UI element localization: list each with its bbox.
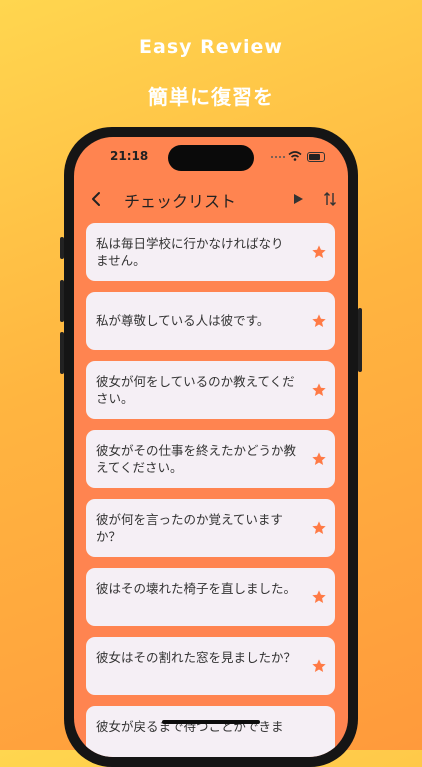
list-item[interactable]: 私が尊敬している人は彼です。 [86, 292, 335, 350]
promo-title-en: Easy Review [139, 36, 283, 58]
dynamic-island [168, 145, 254, 171]
list-item-text: 彼が何を言ったのか覚えていますか？ [96, 512, 283, 544]
sort-arrows-icon[interactable] [322, 190, 338, 208]
list-item[interactable]: 彼はその壊れた椅子を直しました。 [86, 568, 335, 626]
star-icon[interactable] [311, 244, 327, 260]
list-item[interactable]: 彼女はその割れた窓を見ましたか？ [86, 637, 335, 695]
star-icon[interactable] [311, 382, 327, 398]
promo-title-jp: 簡単に復習を [148, 85, 274, 109]
star-icon[interactable] [311, 451, 327, 467]
list-item[interactable]: 彼女が何をしているのか教えてください。 [86, 361, 335, 419]
list-item[interactable]: 私は毎日学校に行かなければなりません。 [86, 223, 335, 281]
star-icon[interactable] [311, 658, 327, 674]
home-indicator[interactable] [162, 720, 260, 724]
play-icon[interactable] [290, 191, 306, 207]
app-screen: 21:18 チェックリスト 私は毎日学校に行かなければなりません。 私が尊敬して… [74, 137, 348, 757]
list-item-text: 彼女がその仕事を終えたかどうか教えてください。 [96, 443, 297, 475]
power-button [358, 308, 362, 372]
list-item[interactable]: 彼が何を言ったのか覚えていますか？ [86, 499, 335, 557]
volume-up-button [60, 280, 64, 322]
chevron-left-icon[interactable] [86, 188, 108, 210]
volume-down-button [60, 332, 64, 374]
list-item-text: 私が尊敬している人は彼です。 [96, 313, 270, 328]
star-icon[interactable] [311, 313, 327, 329]
status-time: 21:18 [110, 149, 149, 163]
signal-dots-icon [271, 156, 285, 159]
star-icon[interactable] [311, 589, 327, 605]
mute-switch [60, 237, 64, 259]
list-item-text: 彼女が何をしているのか教えてください。 [96, 374, 295, 406]
list-item-text: 彼女はその割れた窓を見ましたか？ [96, 650, 297, 665]
battery-icon [307, 152, 325, 162]
nav-bar: チェックリスト [74, 185, 348, 213]
list-item[interactable]: 彼女がその仕事を終えたかどうか教えてください。 [86, 430, 335, 488]
list-item[interactable]: 彼女が戻るまで待つことができま [86, 706, 335, 757]
nav-title: チェックリスト [124, 192, 237, 211]
list-item-text: 彼はその壊れた椅子を直しました。 [96, 581, 297, 596]
list-item-text: 私は毎日学校に行かなければなりません。 [96, 236, 284, 268]
star-icon[interactable] [311, 520, 327, 536]
wifi-icon [288, 151, 302, 161]
